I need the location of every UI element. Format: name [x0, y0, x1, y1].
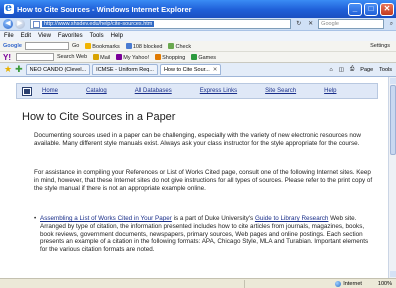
popup-blocked-label: 108 blocked	[132, 43, 163, 50]
shopping-icon	[155, 53, 162, 60]
menu-edit[interactable]: Edit	[21, 33, 31, 39]
page-title: How to Cite Sources in a Paper	[22, 111, 176, 123]
list-item: • Assembling a List of Works Cited in Yo…	[34, 215, 374, 254]
yahoo-mail-button[interactable]: Mail	[93, 53, 111, 61]
print-icon[interactable]: ⎙	[350, 66, 354, 73]
yahoo-search-field[interactable]	[16, 53, 54, 61]
vertical-scrollbar[interactable]	[388, 77, 396, 278]
page-content: Home Catalog All Databases Express Links…	[0, 77, 388, 278]
page-icon	[32, 20, 40, 28]
security-zone: Internet 100%	[331, 280, 396, 287]
home-icon[interactable]: ⌂	[329, 67, 332, 73]
search-input[interactable]: Google	[318, 19, 384, 29]
library-research-link[interactable]: Guide to Library Research	[255, 215, 329, 222]
page-menu[interactable]: Page	[360, 67, 373, 73]
popup-blocked-button[interactable]: 108 blocked	[125, 42, 163, 50]
shopping-label: Shopping	[162, 54, 186, 61]
spellcheck-button[interactable]: Check	[168, 42, 192, 50]
games-label: Games	[198, 54, 217, 61]
menu-bar: File Edit View Favorites Tools Help	[0, 31, 396, 41]
scroll-up-icon[interactable]	[390, 78, 396, 84]
scroll-thumb[interactable]	[390, 85, 396, 155]
yahoo-icon	[116, 53, 123, 60]
close-button[interactable]: ✕	[380, 2, 394, 16]
works-cited-link[interactable]: Assembling a List of Works Cited in Your…	[40, 215, 172, 222]
list-text-1: is a part of Duke University's	[171, 215, 255, 222]
google-toolbar: Google Go Bookmarks 108 blocked Check Se…	[0, 41, 396, 52]
globe-icon	[335, 280, 342, 287]
back-arrow-icon[interactable]: ◀	[3, 19, 13, 29]
shopping-button[interactable]: Shopping	[155, 53, 186, 61]
tab-neo-cando[interactable]: NEO CANDO (Clevel...	[25, 64, 91, 75]
forward-arrow-icon[interactable]: ▶	[14, 19, 25, 29]
google-settings-button[interactable]: Settings	[370, 43, 390, 49]
nav-site-search-link[interactable]: Site Search	[265, 88, 296, 94]
tab-icmse[interactable]: ICMSE - Uniform Req...	[92, 64, 158, 75]
games-icon	[191, 53, 198, 60]
maximize-button[interactable]: □	[364, 2, 378, 16]
tools-menu[interactable]: Tools	[379, 67, 392, 73]
check-icon	[168, 42, 175, 49]
yahoo-search-web-button[interactable]: Search Web	[57, 54, 87, 60]
tab-how-to-cite[interactable]: How to Cite Sour... ✕	[159, 64, 222, 75]
menu-view[interactable]: View	[38, 33, 51, 39]
tab-label: How to Cite Sour...	[163, 66, 210, 73]
yahoo-toolbar: Y! Search Web Mail My Yahoo! Shopping Ga…	[0, 52, 396, 63]
nav-home-link[interactable]: Home	[42, 88, 58, 94]
minimize-button[interactable]: _	[348, 2, 362, 16]
internet-explorer-icon	[4, 1, 14, 14]
add-favorites-icon[interactable]: ✚	[15, 64, 23, 75]
star-icon	[85, 42, 92, 49]
menu-tools[interactable]: Tools	[90, 33, 104, 39]
assistance-paragraph: For assistance in compiling your Referen…	[34, 169, 373, 192]
zoom-level[interactable]: 100%	[378, 281, 392, 287]
zone-label: Internet	[343, 280, 362, 287]
mail-icon	[93, 53, 100, 60]
intro-paragraph: Documenting sources used in a paper can …	[34, 132, 361, 147]
favorites-star-icon[interactable]: ★	[4, 64, 12, 75]
status-bar: Internet 100%	[0, 278, 396, 288]
site-navigation: Home Catalog All Databases Express Links…	[16, 83, 378, 99]
nav-express-links-link[interactable]: Express Links	[200, 88, 237, 94]
command-bar: ⌂ ◫ ⎙ Page Tools	[323, 66, 396, 73]
google-toolbar-label: Google	[3, 43, 22, 49]
address-toolbar: ◀ ▶ http://www.shsdev.edu/help/cite-sour…	[0, 18, 396, 31]
menu-help[interactable]: Help	[111, 33, 123, 39]
nav-help-link[interactable]: Help	[324, 88, 336, 94]
my-yahoo-label: My Yahoo!	[123, 54, 150, 61]
window-title-bar[interactable]: How to Cite Sources - Windows Internet E…	[0, 0, 396, 18]
check-label: Check	[175, 43, 192, 50]
mail-label: Mail	[100, 54, 111, 61]
menu-file[interactable]: File	[4, 33, 14, 39]
refresh-icon[interactable]: ↻	[294, 20, 303, 29]
nav-all-databases-link[interactable]: All Databases	[135, 88, 172, 94]
bookmarks-label: Bookmarks	[92, 43, 120, 50]
games-button[interactable]: Games	[191, 53, 217, 61]
list-item-text: Assembling a List of Works Cited in Your…	[40, 215, 374, 254]
status-divider	[244, 279, 245, 288]
popup-blocker-icon	[125, 42, 132, 49]
google-go-button[interactable]: Go	[72, 43, 79, 49]
site-logo-icon[interactable]	[22, 86, 32, 96]
tab-label: NEO CANDO (Clevel...	[29, 66, 87, 73]
my-yahoo-button[interactable]: My Yahoo!	[116, 53, 150, 61]
address-url[interactable]: http://www.shsdev.edu/help/cite-sources.…	[41, 21, 155, 27]
stop-icon[interactable]: ✕	[306, 20, 315, 29]
nav-catalog-link[interactable]: Catalog	[86, 88, 107, 94]
menu-favorites[interactable]: Favorites	[58, 33, 83, 39]
scroll-down-icon[interactable]	[390, 271, 396, 277]
yahoo-logo[interactable]: Y!	[3, 53, 11, 62]
search-icon[interactable]: ⌕	[387, 20, 396, 29]
tab-bar: ★ ✚ NEO CANDO (Clevel... ICMSE - Uniform…	[0, 63, 396, 77]
address-field[interactable]: http://www.shsdev.edu/help/cite-sources.…	[29, 19, 292, 29]
google-search-field[interactable]	[24, 42, 69, 50]
window-title: How to Cite Sources - Windows Internet E…	[17, 4, 192, 14]
tab-label: ICMSE - Uniform Req...	[96, 66, 154, 73]
feeds-icon[interactable]: ◫	[339, 67, 344, 73]
google-bookmarks-button[interactable]: Bookmarks	[85, 42, 120, 50]
tab-close-icon[interactable]: ✕	[213, 67, 218, 73]
